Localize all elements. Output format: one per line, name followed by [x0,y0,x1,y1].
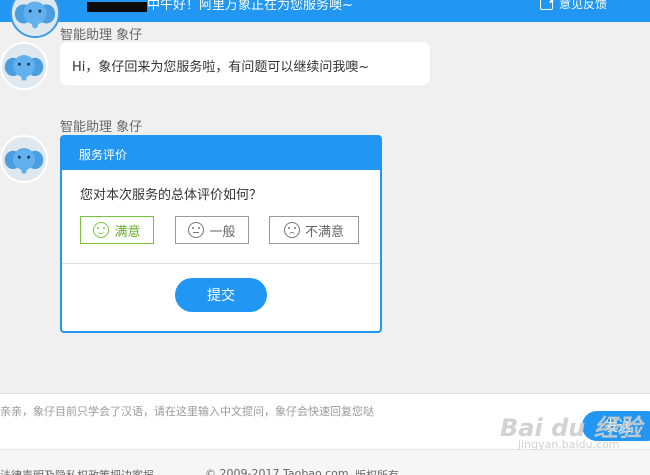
rating-card: 服务评价 您对本次服务的总体评价如何？ 满意 一般 不满意 提交 [60,135,382,333]
rating-option-satisfied[interactable]: 满意 [80,216,154,244]
footer-copyright: © 2009-2017 Taobao.com [205,467,349,475]
header-bar: 中午好！阿里万象正在为您服务噢~ 意见反馈 [0,0,650,22]
sender-name: 智能助理 象仔 [60,28,143,43]
footer-link-privacy[interactable]: 法律声明及隐私权政策 [0,467,110,475]
rating-card-title: 服务评价 [62,137,380,170]
elephant-icon [2,44,46,88]
sad-face-icon [283,222,300,238]
card-divider [62,263,380,264]
assistant-avatar [0,42,48,90]
rating-question: 您对本次服务的总体评价如何？ [80,188,263,203]
submit-button[interactable]: 提交 [175,278,267,312]
elephant-icon [2,137,46,181]
message-input-placeholder: 亲亲，象仔目前只学会了汉语，请在这里输入中文提问，象仔会快速回复您哒 [0,405,374,418]
message-bubble: Hi，象仔回来为您服务啦，有问题可以继续问我噢~ [60,42,430,85]
footer: 法律声明及隐私权政策 把边客报 © 2009-2017 Taobao.com 版… [0,449,650,475]
footer-rights: 版权所有 [355,467,399,475]
footer-link-report[interactable]: 把边客报 [110,467,154,475]
redacted-block [87,2,147,12]
rating-option-unsatisfied[interactable]: 不满意 [269,216,359,244]
edit-icon [540,0,553,10]
greeting-text: 中午好！阿里万象正在为您服务噢~ [147,0,353,13]
rating-option-neutral[interactable]: 一般 [175,216,249,244]
assistant-avatar [0,135,48,183]
rating-option-label: 一般 [209,224,236,240]
sender-name: 智能助理 象仔 [60,120,143,135]
feedback-label: 意见反馈 [559,0,608,11]
smile-face-icon [93,222,110,238]
neutral-face-icon [188,222,205,238]
header-avatar [10,0,60,38]
send-button[interactable]: 发送 [582,411,650,441]
feedback-button[interactable]: 意见反馈 [540,0,607,12]
message-input-area[interactable]: 亲亲，象仔目前只学会了汉语，请在这里输入中文提问，象仔会快速回复您哒 [0,393,650,449]
rating-option-label: 不满意 [304,224,344,240]
rating-option-label: 满意 [114,224,141,240]
elephant-icon [12,0,58,36]
